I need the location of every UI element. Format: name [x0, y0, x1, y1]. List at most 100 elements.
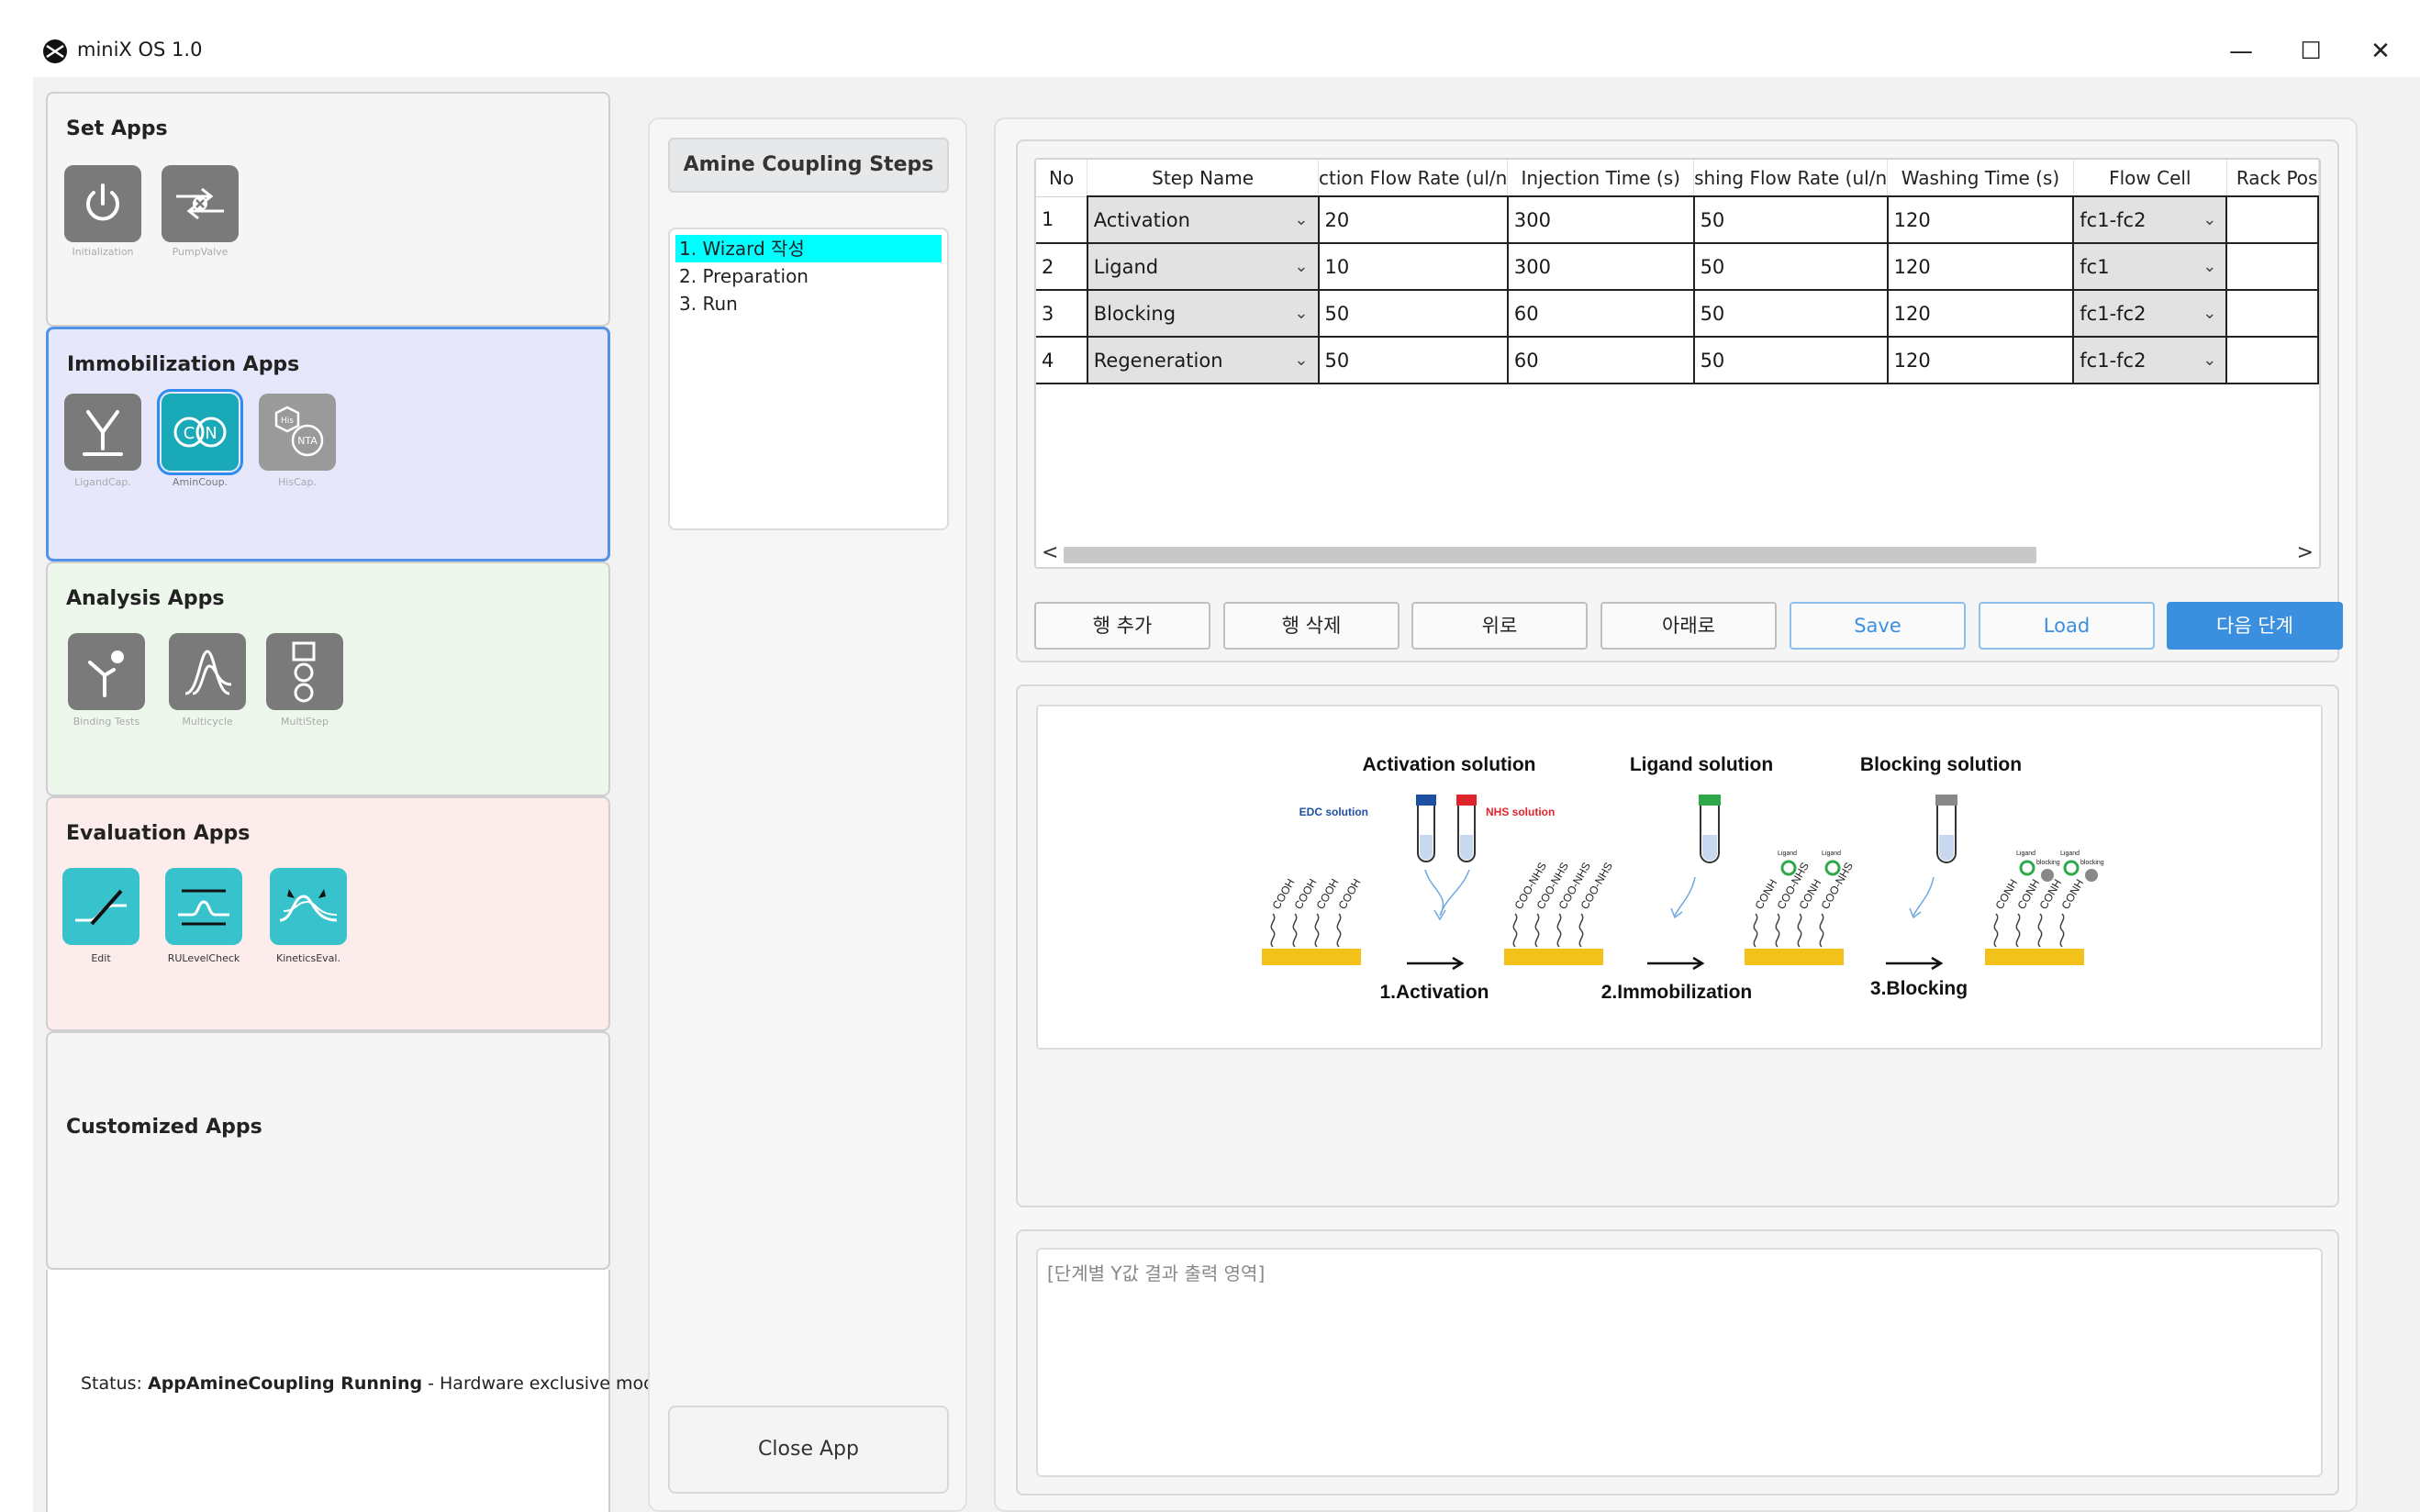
- step-item-run[interactable]: 3. Run: [675, 290, 942, 317]
- cell-washing-time[interactable]: 120: [1886, 289, 2075, 338]
- flow-cell-combo[interactable]: fc1-fc2 ⌄: [2075, 339, 2225, 382]
- ligand-solution-label: Ligand solution: [1630, 754, 1773, 775]
- next-step-button[interactable]: 다음 단계: [2167, 602, 2343, 650]
- cell-injection-time[interactable]: 60: [1506, 336, 1695, 384]
- binding-tests-app[interactable]: [68, 633, 145, 710]
- cell-flow-cell[interactable]: fc1 ⌄: [2072, 242, 2228, 291]
- step-table[interactable]: No Step Name ction Flow Rate (ul/n Injec…: [1034, 158, 2321, 569]
- cell-flow-cell[interactable]: fc1-fc2 ⌄: [2072, 336, 2228, 384]
- initialization-app[interactable]: [64, 165, 141, 242]
- svg-text:Ligand: Ligand: [1822, 850, 1841, 857]
- steps-panel: Amine Coupling Steps 1. Wizard 작성 2. Pre…: [648, 117, 967, 1512]
- add-row-button[interactable]: 행 추가: [1034, 602, 1210, 650]
- edit-curve-icon: [75, 889, 127, 926]
- cell-washing-flow-rate[interactable]: 50: [1692, 289, 1889, 338]
- cell-rack-pos[interactable]: [2225, 242, 2319, 291]
- cooh-chains: COOH COOH COOH COOH: [1269, 876, 1364, 948]
- status-app-name: AppAmineCoupling Running: [148, 1373, 423, 1394]
- scroll-right-icon[interactable]: >: [2297, 539, 2314, 567]
- cell-washing-time[interactable]: 120: [1886, 195, 2075, 244]
- cell-injection-time[interactable]: 300: [1506, 242, 1695, 291]
- cell-flow-cell[interactable]: fc1-fc2 ⌄: [2072, 289, 2228, 338]
- step1-activation-label: 1.Activation: [1379, 982, 1489, 1003]
- minimize-button[interactable]: —: [2221, 33, 2261, 70]
- cell-injection-flow-rate[interactable]: 20: [1317, 195, 1509, 244]
- scrollbar-thumb[interactable]: [1064, 547, 2036, 563]
- step-item-wizard[interactable]: 1. Wizard 작성: [675, 235, 942, 262]
- cell-step-name[interactable]: Regeneration ⌄: [1086, 336, 1320, 384]
- rulevelcheck-app[interactable]: [165, 868, 242, 945]
- col-header-rack-pos[interactable]: Rack Pos: [2226, 160, 2319, 197]
- app-label: LigandCap.: [74, 476, 131, 488]
- kineticseval-app[interactable]: [270, 868, 347, 945]
- coo-nhs-chains: COO-NHS COO-NHS COO-NHS COO-NHS: [1511, 860, 1615, 948]
- chevron-down-icon: ⌄: [1294, 210, 1309, 229]
- maximize-button[interactable]: ☐: [2291, 33, 2331, 70]
- cell-step-name[interactable]: Blocking ⌄: [1086, 289, 1320, 338]
- step-name-combo[interactable]: Regeneration ⌄: [1088, 339, 1317, 382]
- move-up-button[interactable]: 위로: [1411, 602, 1588, 650]
- multicycle-app[interactable]: [169, 633, 246, 710]
- cell-injection-flow-rate[interactable]: 10: [1317, 242, 1509, 291]
- close-app-button[interactable]: Close App: [668, 1406, 949, 1494]
- close-window-button[interactable]: ✕: [2360, 33, 2401, 70]
- cell-injection-time[interactable]: 60: [1506, 289, 1695, 338]
- scroll-left-icon[interactable]: <: [1042, 539, 1058, 567]
- load-button[interactable]: Load: [1979, 602, 2155, 650]
- diagram-frame: Activation solution Ligand solution Bloc…: [1016, 684, 2339, 1207]
- step-name-combo[interactable]: Ligand ⌄: [1088, 245, 1317, 288]
- cell-washing-time[interactable]: 120: [1886, 242, 2075, 291]
- svg-text:blocking: blocking: [2080, 860, 2104, 866]
- cell-injection-flow-rate[interactable]: 50: [1317, 289, 1509, 338]
- flow-cell-combo[interactable]: fc1 ⌄: [2075, 245, 2225, 288]
- cell-rack-pos[interactable]: [2225, 336, 2319, 384]
- result-output-area[interactable]: [단계별 Y값 결과 출력 영역]: [1036, 1248, 2323, 1477]
- hiscap-app[interactable]: His NTA: [259, 394, 336, 471]
- ligand-capture-icon: [83, 410, 123, 456]
- save-button[interactable]: Save: [1790, 602, 1966, 650]
- flow-cell-combo[interactable]: fc1-fc2 ⌄: [2075, 292, 2225, 335]
- step-item-preparation[interactable]: 2. Preparation: [675, 262, 942, 290]
- cell-washing-flow-rate[interactable]: 50: [1692, 195, 1889, 244]
- app-label: RULevelCheck: [167, 952, 240, 964]
- amincoup-app[interactable]: C N: [157, 389, 243, 475]
- move-down-button[interactable]: 아래로: [1600, 602, 1777, 650]
- cell-rack-pos[interactable]: [2225, 289, 2319, 338]
- cell-injection-time[interactable]: 300: [1506, 195, 1695, 244]
- step-name-combo[interactable]: Activation ⌄: [1088, 198, 1317, 241]
- multistep-app[interactable]: [266, 633, 343, 710]
- flow-cell-combo[interactable]: fc1-fc2 ⌄: [2075, 198, 2225, 241]
- cell-washing-flow-rate[interactable]: 50: [1692, 242, 1889, 291]
- cell-step-name[interactable]: Ligand ⌄: [1086, 242, 1320, 291]
- cell-flow-cell[interactable]: fc1-fc2 ⌄: [2072, 195, 2228, 244]
- svg-text:blocking: blocking: [2036, 860, 2060, 866]
- col-header-injection-time[interactable]: Injection Time (s): [1507, 160, 1695, 197]
- step3-blocking-label: 3.Blocking: [1870, 978, 1968, 999]
- cell-no: 1: [1036, 196, 1088, 244]
- col-header-washing-flow-rate[interactable]: shing Flow Rate (ul/n: [1693, 160, 1889, 197]
- col-header-step-name[interactable]: Step Name: [1087, 160, 1319, 197]
- group-title: Customized Apps: [66, 1116, 262, 1139]
- cell-injection-flow-rate[interactable]: 50: [1317, 336, 1509, 384]
- cell-washing-flow-rate[interactable]: 50: [1692, 336, 1889, 384]
- cell-step-name[interactable]: Activation ⌄: [1086, 195, 1320, 244]
- pumpvalve-app[interactable]: [162, 165, 239, 242]
- col-header-injection-flow-rate[interactable]: ction Flow Rate (ul/n: [1318, 160, 1509, 197]
- amine-coupling-illustration: Activation solution Ligand solution Bloc…: [1262, 754, 2104, 1003]
- delete-row-button[interactable]: 행 삭제: [1223, 602, 1400, 650]
- col-header-no[interactable]: No: [1036, 160, 1088, 197]
- ligandcap-app[interactable]: [64, 394, 141, 471]
- step-name-combo[interactable]: Blocking ⌄: [1088, 292, 1317, 335]
- edit-app[interactable]: [62, 868, 139, 945]
- steps-list[interactable]: 1. Wizard 작성 2. Preparation 3. Run: [668, 228, 949, 530]
- cell-rack-pos[interactable]: [2225, 195, 2319, 244]
- horizontal-scrollbar[interactable]: < >: [1036, 539, 2319, 567]
- app-label: MultiStep: [281, 716, 329, 728]
- ru-level-icon: [178, 889, 229, 926]
- window-title: miniX OS 1.0: [77, 39, 203, 61]
- cell-washing-time[interactable]: 120: [1886, 336, 2075, 384]
- col-header-washing-time[interactable]: Washing Time (s): [1887, 160, 2074, 197]
- step2-immobilization-label: 2.Immobilization: [1601, 982, 1753, 1003]
- col-header-flow-cell[interactable]: Flow Cell: [2073, 160, 2227, 197]
- svg-text:COOH: COOH: [1335, 876, 1363, 911]
